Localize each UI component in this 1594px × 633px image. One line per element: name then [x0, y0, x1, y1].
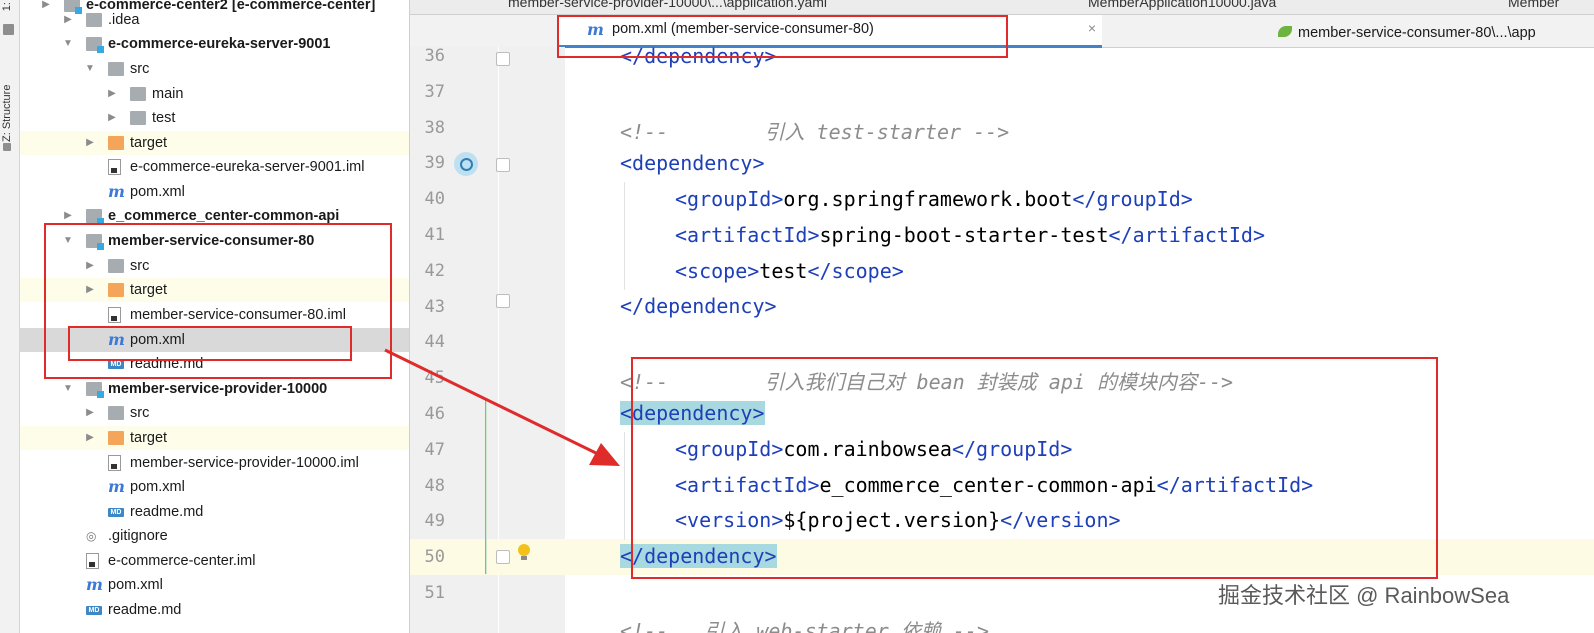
annotation-arrow: [384, 348, 620, 466]
